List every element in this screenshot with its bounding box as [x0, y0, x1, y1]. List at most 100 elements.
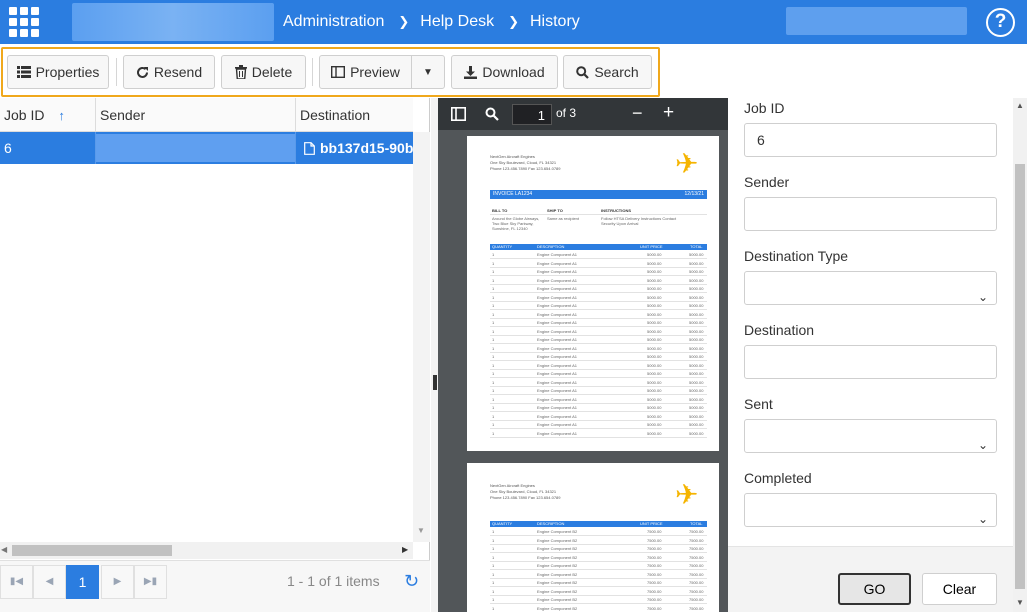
zoom-in-icon[interactable]: + [663, 102, 674, 124]
row-divider [490, 543, 707, 545]
sent-select[interactable]: ⌄ [744, 419, 997, 453]
delete-button[interactable]: Delete [221, 55, 306, 89]
user-menu[interactable] [786, 7, 967, 35]
invoice-cell-qty: 1 [492, 588, 495, 594]
destination-input[interactable] [744, 345, 997, 379]
preview-button[interactable]: Preview [319, 55, 412, 89]
breadcrumb-history: History [530, 13, 580, 30]
items-info: 1 - 1 of 1 items [287, 573, 380, 589]
invoice-cell-unit: 5000.00 [647, 294, 662, 300]
row-divider [490, 317, 707, 319]
zoom-out-icon[interactable]: − [632, 103, 643, 124]
clear-button[interactable]: Clear [922, 573, 997, 605]
invoice-cell-qty: 1 [492, 260, 495, 266]
breadcrumb-help-desk[interactable]: Help Desk [420, 13, 494, 31]
logo [72, 3, 274, 41]
invoice-cell-desc: Engine Component A1 [537, 252, 578, 257]
row-divider [490, 368, 707, 370]
invoice-banner: INVOICE LA1234 12/13/21 [490, 190, 707, 199]
search-icon[interactable] [485, 107, 499, 124]
instructions-label: INSTRUCTIONS [601, 208, 631, 213]
previous-page-icon[interactable]: ◀ [33, 565, 66, 599]
column-header-job-id[interactable]: Job ID ↑ [0, 98, 96, 132]
scroll-down-icon[interactable]: ▼ [1016, 598, 1024, 607]
invoice-cell-desc: Engine Component B2 [537, 580, 578, 585]
invoice-cell-unit: 5000.00 [647, 320, 662, 325]
invoice-cell-qty: 1 [492, 328, 495, 334]
scroll-thumb[interactable] [12, 545, 172, 556]
invoice-cell-qty: 1 [492, 303, 495, 308]
go-button[interactable]: GO [838, 573, 911, 605]
invoice-cell-desc: Engine Component A1 [537, 371, 578, 376]
question-circle-icon[interactable]: ? [986, 8, 1015, 37]
filter-scrollbar[interactable]: ▲ ▼ [1013, 98, 1027, 612]
airplane-icon: ✈ [675, 479, 699, 510]
bill-to-address: Around the Globe Airways, Two Blue Sky P… [492, 216, 540, 231]
last-page-icon[interactable]: ▶▮ [134, 565, 167, 599]
first-page-icon[interactable]: ▮◀ [0, 565, 33, 599]
invoice-cell-total: 7500.00 [689, 529, 704, 534]
refresh-icon[interactable]: ↻ [404, 571, 419, 592]
cell-destination: bb137d15-90b [296, 132, 413, 164]
invoice-cell-unit: 7500.00 [647, 588, 662, 594]
preview-dropdown-button[interactable]: ▼ [411, 55, 445, 89]
sidebar-toggle-icon[interactable] [451, 107, 466, 124]
invoice-cell-total: 7500.00 [689, 571, 704, 577]
destination-label: Destination [744, 322, 815, 338]
header-total: TOTAL [690, 244, 703, 249]
invoice-cell-qty: 1 [492, 388, 495, 393]
invoice-cell-desc: Engine Component A1 [537, 345, 578, 351]
grid-header: Job ID ↑ Sender Destination [0, 98, 413, 132]
pane-splitter[interactable] [431, 98, 438, 612]
invoice-number: INVOICE LA1234 [493, 191, 533, 197]
company-phone: Phone 123.456.7890 Fax 123.654.0789 [490, 495, 561, 500]
download-button[interactable]: Download [451, 55, 558, 89]
invoice-cell-unit: 5000.00 [647, 371, 662, 376]
next-page-icon[interactable]: ▶ [101, 565, 134, 599]
row-divider [490, 411, 707, 412]
column-label: Job ID [4, 107, 45, 123]
column-header-destination[interactable]: Destination [296, 98, 413, 132]
invoice-cell-qty: 1 [492, 252, 495, 257]
column-header-sender[interactable]: Sender [96, 98, 296, 132]
invoice-cell-unit: 5000.00 [647, 337, 662, 342]
job-id-input[interactable]: 6 [744, 123, 997, 157]
invoice-cell-unit: 7500.00 [647, 597, 662, 602]
completed-select[interactable]: ⌄ [744, 493, 997, 527]
row-divider [490, 402, 707, 404]
scroll-left-icon[interactable]: ◀ [1, 545, 7, 554]
page-number-button[interactable]: 1 [66, 565, 99, 599]
table-row[interactable]: 6 bb137d15-90b [0, 132, 413, 164]
row-divider [490, 394, 707, 395]
row-divider [490, 292, 707, 293]
breadcrumb: Administration ❯ Help Desk ❯ History [283, 0, 580, 44]
sender-redacted [96, 134, 295, 162]
destination-type-select[interactable]: ⌄ [744, 271, 997, 305]
resend-button[interactable]: Resend [123, 55, 215, 89]
page-number-input[interactable]: 1 [512, 104, 552, 125]
row-divider [490, 300, 707, 302]
invoice-cell-total: 7500.00 [689, 563, 704, 568]
search-button[interactable]: Search [563, 55, 652, 89]
download-icon [464, 65, 478, 79]
invoice-cell-desc: Engine Component A1 [537, 362, 578, 368]
invoice-cell-desc: Engine Component A1 [537, 354, 578, 359]
chevron-right-icon: ❯ [508, 14, 519, 29]
cell-job-id: 6 [0, 132, 96, 164]
invoice-cell-qty: 1 [492, 354, 495, 359]
grid-vertical-scrollbar[interactable]: ▼ [413, 132, 430, 542]
app-launcher-icon[interactable] [7, 5, 41, 39]
grid-horizontal-scrollbar[interactable]: ◀ ▶ [0, 542, 413, 559]
scroll-right-icon[interactable]: ▶ [402, 545, 408, 554]
invoice-cell-desc: Engine Component B2 [537, 537, 578, 543]
invoice-cell-qty: 1 [492, 294, 495, 300]
scroll-thumb[interactable] [1015, 164, 1025, 589]
breadcrumb-administration[interactable]: Administration [283, 13, 384, 31]
invoice-cell-total: 5000.00 [689, 388, 704, 393]
splitter-handle[interactable] [433, 375, 437, 390]
sender-input[interactable] [744, 197, 997, 231]
scroll-up-icon[interactable]: ▲ [1016, 101, 1024, 110]
scroll-down-icon[interactable]: ▼ [417, 526, 425, 535]
invoice-cell-unit: 7500.00 [647, 554, 662, 560]
properties-button[interactable]: Properties [7, 55, 109, 89]
